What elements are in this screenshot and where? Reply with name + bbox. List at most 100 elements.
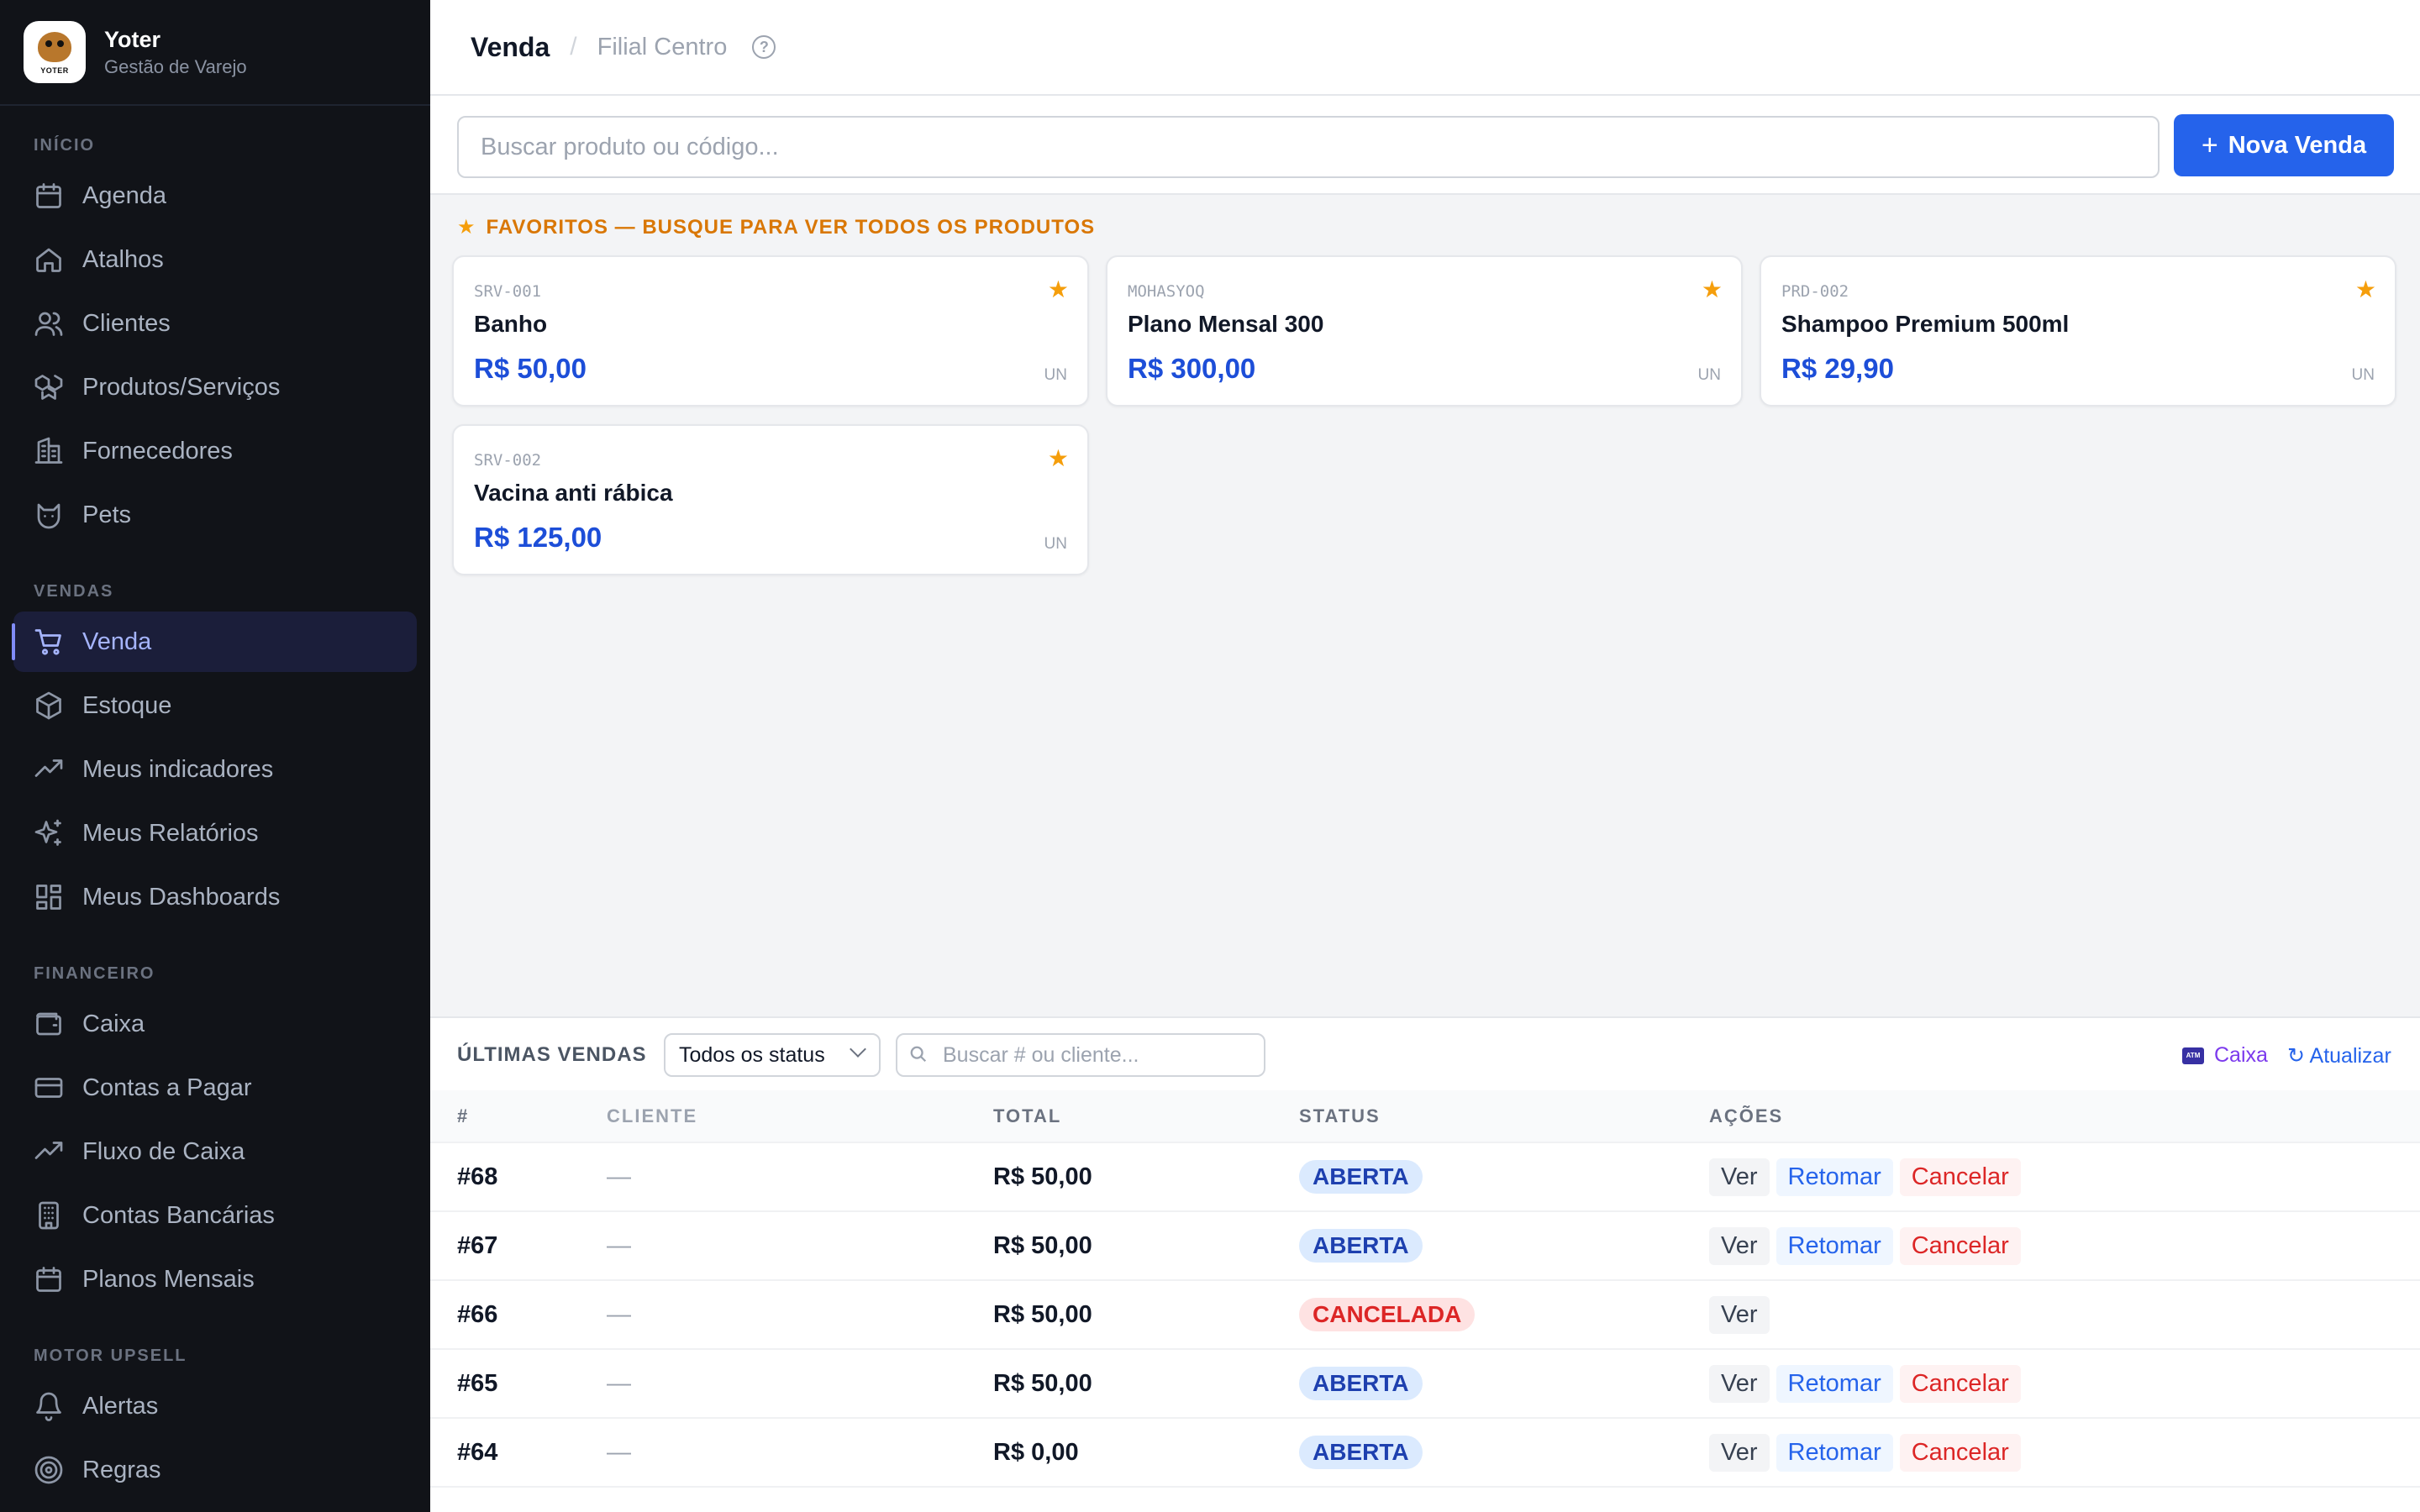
caixa-link[interactable]: ATM Caixa — [2182, 1043, 2268, 1068]
home-icon — [36, 248, 61, 272]
sale-total: R$ 50,00 — [993, 1349, 1299, 1419]
sidebar-item-label: Venda — [82, 627, 152, 655]
sidebar-item-pets[interactable]: Pets — [13, 485, 417, 545]
favorites-heading: ★ FAVORITOS — BUSQUE PARA VER TODOS OS P… — [457, 215, 1095, 239]
resume-button[interactable]: Retomar — [1776, 1226, 1893, 1265]
sidebar-item-fluxo-de-caixa[interactable]: Fluxo de Caixa — [13, 1121, 417, 1182]
caixa-link-label: Caixa — [2214, 1043, 2268, 1067]
product-unit: UN — [2351, 366, 2375, 384]
product-price: R$ 50,00 — [474, 353, 587, 384]
sale-client: — — [607, 1142, 993, 1212]
sidebar-item-label: Meus indicadores — [82, 755, 274, 783]
star-icon: ★ — [457, 216, 476, 239]
sale-client: — — [607, 1418, 993, 1488]
sidebar-item-label: Pets — [82, 501, 132, 528]
package-icon — [36, 691, 61, 720]
target-icon — [34, 1456, 63, 1484]
favorite-star-icon[interactable]: ★ — [1702, 276, 1723, 303]
sidebar-item-contas-a-pagar[interactable]: Contas a Pagar — [13, 1058, 417, 1118]
main-content: Venda / Filial Centro ? + Nova Venda ★ F… — [430, 0, 2420, 1512]
column-header-total: TOTAL — [993, 1090, 1299, 1143]
status-filter-select[interactable]: Todos os status — [664, 1033, 881, 1077]
sidebar-item-meus-dashboards[interactable]: Meus Dashboards — [13, 867, 417, 927]
view-button[interactable]: Ver — [1709, 1433, 1770, 1472]
favorite-star-icon[interactable]: ★ — [1048, 276, 1069, 303]
sidebar-item-estoque[interactable]: Estoque — [13, 675, 417, 736]
sidebar-item-label: Meus Dashboards — [82, 883, 281, 911]
recent-sales-toolbar: ÚLTIMAS VENDAS Todos os status ATM Caixa… — [430, 1018, 2420, 1077]
status-badge: ABERTA — [1299, 1229, 1423, 1263]
resume-button[interactable]: Retomar — [1776, 1433, 1893, 1472]
product-price: R$ 125,00 — [474, 522, 602, 553]
sidebar-item-produtos-servicos[interactable]: Produtos/Serviços — [13, 357, 417, 417]
sidebar-item-contas-bancarias[interactable]: Contas Bancárias — [13, 1185, 417, 1246]
sidebar-item-atalhos[interactable]: Atalhos — [13, 229, 417, 290]
cancel-button[interactable]: Cancelar — [1899, 1433, 2021, 1472]
atm-icon: ATM — [2182, 1047, 2204, 1064]
cancel-button[interactable]: Cancelar — [1899, 1226, 2021, 1265]
sale-id: #67 — [430, 1211, 607, 1281]
favorite-product-card[interactable]: PRD-002 ★ Shampoo Premium 500ml R$ 29,90… — [1760, 255, 2396, 407]
sidebar-item-label: Caixa — [82, 1010, 145, 1037]
sidebar-item-venda[interactable]: Venda — [12, 612, 417, 672]
recent-sales-search-input[interactable] — [896, 1033, 1265, 1077]
sidebar-item-alertas[interactable]: Alertas — [13, 1376, 417, 1436]
sidebar-item-regras[interactable]: Regras — [13, 1440, 417, 1500]
sidebar-item-fornecedores[interactable]: Fornecedores — [13, 421, 417, 481]
calendar-icon — [36, 183, 61, 208]
help-icon[interactable]: ? — [752, 35, 776, 59]
breadcrumb-separator: / — [570, 33, 577, 60]
product-name: Banho — [474, 311, 548, 337]
status-badge: ABERTA — [1299, 1436, 1423, 1469]
product-name: Vacina anti rábica — [474, 480, 673, 506]
favorite-star-icon[interactable]: ★ — [2355, 276, 2376, 303]
brand[interactable]: YOTER Yoter Gestão de Varejo — [0, 0, 430, 106]
product-name: Plano Mensal 300 — [1128, 311, 1324, 337]
sidebar-item-clientes[interactable]: Clientes — [13, 293, 417, 354]
resume-button[interactable]: Retomar — [1776, 1364, 1893, 1403]
cart-icon — [34, 629, 61, 655]
sidebar-item-label: Meus Relatórios — [82, 819, 259, 847]
brand-logo: YOTER — [24, 21, 86, 83]
sidebar-item-caixa[interactable]: Caixa — [13, 994, 417, 1054]
sidebar-item-label: Fluxo de Caixa — [82, 1137, 245, 1165]
wallet-icon — [36, 1012, 61, 1036]
sidebar-item-meus-indicadores[interactable]: Meus indicadores — [13, 739, 417, 800]
section-title-vendas: VENDAS — [34, 582, 114, 601]
product-price: R$ 300,00 — [1128, 353, 1256, 384]
sidebar-item-agenda[interactable]: Agenda — [13, 165, 417, 226]
column-header-actions: AÇÕES — [1709, 1090, 2420, 1143]
branch-selector[interactable]: Filial Centro — [597, 34, 728, 61]
view-button[interactable]: Ver — [1709, 1295, 1770, 1334]
new-sale-button[interactable]: + Nova Venda — [2174, 114, 2394, 176]
favorite-product-card[interactable]: MOHASYOQ ★ Plano Mensal 300 R$ 300,00 UN — [1106, 255, 1743, 407]
favorite-product-card[interactable]: SRV-001 ★ Banho R$ 50,00 UN — [452, 255, 1089, 407]
credit-card-icon — [34, 1078, 63, 1098]
view-button[interactable]: Ver — [1709, 1226, 1770, 1265]
favorite-star-icon[interactable]: ★ — [1048, 444, 1069, 472]
sidebar-item-planos-mensais[interactable]: Planos Mensais — [13, 1249, 417, 1310]
trend-icon — [34, 759, 63, 777]
table-row: #64 — R$ 0,00 ABERTA Ver Retomar Cancelar — [430, 1418, 2420, 1488]
cancel-button[interactable]: Cancelar — [1899, 1158, 2021, 1196]
status-badge: ABERTA — [1299, 1367, 1423, 1400]
refresh-link[interactable]: ↻ Atualizar — [2287, 1043, 2391, 1068]
section-title-inicio: INÍCIO — [34, 136, 96, 155]
cancel-button[interactable]: Cancelar — [1899, 1364, 2021, 1403]
view-button[interactable]: Ver — [1709, 1158, 1770, 1196]
product-code: MOHASYOQ — [1128, 282, 1205, 301]
sale-total: R$ 50,00 — [993, 1142, 1299, 1212]
section-title-financeiro: FINANCEIRO — [34, 964, 155, 983]
favorite-product-card[interactable]: SRV-002 ★ Vacina anti rábica R$ 125,00 U… — [452, 424, 1089, 575]
sidebar-item-label: Planos Mensais — [82, 1265, 255, 1293]
trend-icon — [34, 1142, 63, 1159]
product-unit: UN — [1697, 366, 1721, 384]
product-search-input[interactable] — [457, 116, 2160, 178]
view-button[interactable]: Ver — [1709, 1364, 1770, 1403]
dashboard-icon — [36, 885, 61, 910]
resume-button[interactable]: Retomar — [1776, 1158, 1893, 1196]
table-row: #66 — R$ 50,00 CANCELADA Ver — [430, 1280, 2420, 1350]
sidebar-item-meus-relatorios[interactable]: Meus Relatórios — [13, 803, 417, 864]
status-badge: ABERTA — [1299, 1160, 1423, 1194]
product-code: SRV-002 — [474, 451, 542, 470]
